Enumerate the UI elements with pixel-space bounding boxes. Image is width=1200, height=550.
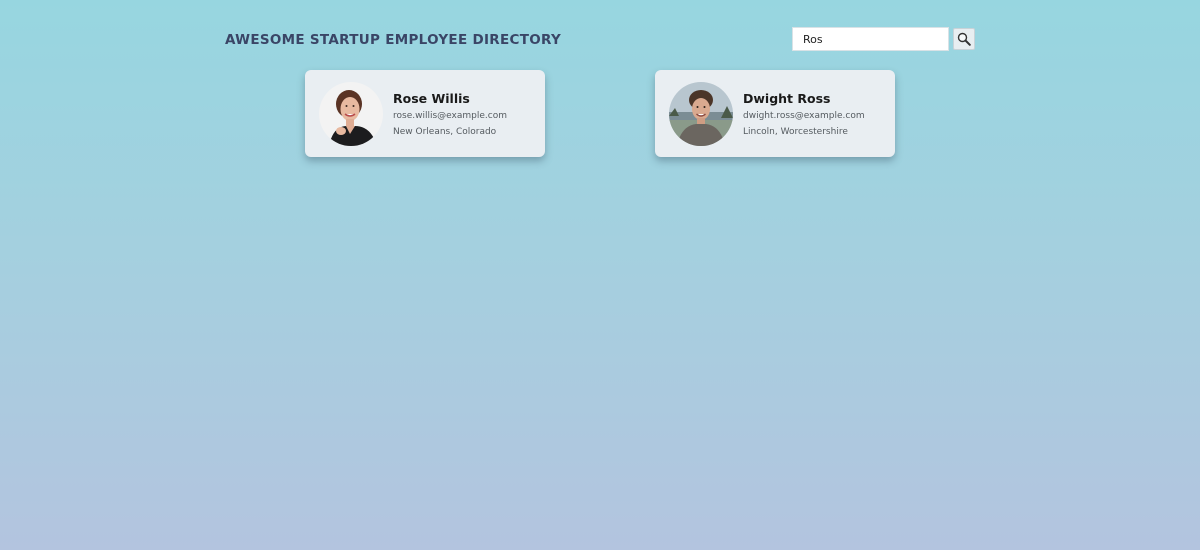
avatar [319,81,383,146]
employee-email: rose.willis@example.com [393,110,507,121]
search-icon [957,32,971,46]
employee-location: Lincoln, Worcestershire [743,126,848,137]
page-title: AWESOME STARTUP EMPLOYEE DIRECTORY [225,32,562,48]
search-input[interactable] [792,27,949,51]
employee-email: dwight.ross@example.com [743,110,865,121]
employee-card[interactable]: Dwight Ross dwight.ross@example.com Linc… [655,70,895,157]
search-button[interactable] [953,28,975,50]
employee-card[interactable]: Rose Willis rose.willis@example.com New … [305,70,545,157]
employee-name: Dwight Ross [743,90,831,106]
employee-name: Rose Willis [393,90,470,106]
avatar [669,81,733,146]
employee-location: New Orleans, Colorado [393,126,497,137]
employee-info: Rose Willis rose.willis@example.com New … [393,91,507,137]
employee-info: Dwight Ross dwight.ross@example.com Linc… [743,91,865,137]
search-form [792,27,975,51]
